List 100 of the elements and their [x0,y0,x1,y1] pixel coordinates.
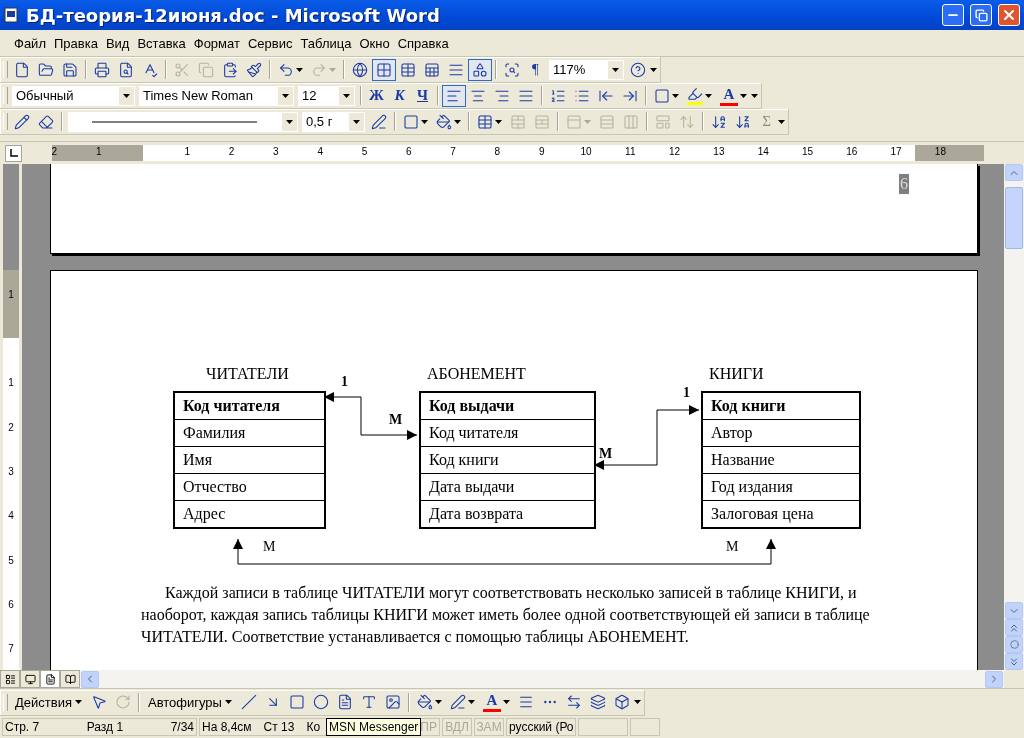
caret-icon [434,700,442,704]
menu-item[interactable]: Вставка [133,33,190,53]
menu-item[interactable]: Формат [189,33,244,53]
monitor-icon [24,673,36,685]
format-button[interactable]: К [388,84,411,107]
print-layout-button[interactable] [40,670,60,688]
field-name: Залоговая цена [703,500,859,527]
caret-icon [353,119,360,124]
field-name: Название [703,446,859,473]
menu-item[interactable]: Таблица [296,33,356,53]
ruler-number: 17 [890,146,902,157]
cardinality-label: 1 [341,374,348,390]
tab-stop-icon [9,149,18,157]
caret-icon [421,119,428,124]
menu-button[interactable]: Автофигуры [142,691,237,713]
toolbar-grip[interactable] [3,61,8,78]
field-name: Автор [703,419,859,446]
caret-icon [584,119,591,124]
field-name: Адрес [175,500,324,527]
ruler-number: 3 [7,465,15,477]
format-button[interactable]: ¶ [524,58,547,81]
restore-button[interactable] [970,4,992,26]
status-text: Ст 13 [263,720,295,734]
ruler-number: 1 [184,146,191,157]
font-color-button[interactable]: A [478,691,514,713]
menu-item[interactable]: Справка [393,33,453,53]
font-color-button[interactable]: A [716,84,751,107]
status-text: Стр. 7 [5,720,40,734]
menu-item[interactable]: Вид [101,33,134,53]
dropdown-field[interactable]: 117% [549,59,624,80]
ruler-number: 3 [273,146,279,157]
dropdown-field[interactable]: 0,5 г [302,111,365,132]
line-style-dropdown[interactable] [68,111,298,132]
field-name: Код читателя [421,419,594,446]
caret-icon [282,93,289,98]
ruler-number: 2 [51,146,58,157]
ruler-number: 2 [228,146,235,157]
close-button[interactable] [998,4,1020,26]
ruler-number: 16 [846,146,858,157]
dropdown-field[interactable]: 12 [298,85,355,106]
caret-icon [705,93,712,98]
scroll-thumb[interactable] [1005,187,1023,249]
close-icon [1001,7,1017,23]
ruler-number: 7 [7,642,15,654]
page-number: 6 [899,174,909,194]
toolbar-grip[interactable] [3,87,8,104]
field-name: Код выдачи [428,396,516,416]
caret-icon [778,119,785,124]
status-text: Ко [306,720,321,734]
restore-icon [974,8,988,22]
caret-icon [633,700,641,704]
ruler-number: 1 [95,146,102,157]
scroll-right-button[interactable] [985,670,1003,688]
highlighter-icon [687,86,703,105]
dropdown-field[interactable]: Times New Roman [139,85,294,106]
field-name: Имя [175,446,324,473]
menu-item[interactable]: Правка [49,33,102,53]
cardinality-label: М [389,412,403,428]
format-button[interactable]: Ж [365,84,388,107]
status-text: 7/34 [170,720,194,734]
field-name: Код книги [421,446,594,473]
ruler-number: 6 [406,146,412,157]
table-title: АБОНЕМЕНТ [427,365,526,383]
menu-item[interactable]: Файл [10,33,50,53]
word-document-icon [4,7,20,23]
menu-button[interactable]: Действия [10,691,87,713]
toolbar-grip[interactable] [3,113,8,130]
status-text: ЗАМ [476,720,502,734]
web-view-button[interactable] [20,670,40,688]
toolbar-grip[interactable] [3,693,8,711]
ruler-number: 13 [713,146,725,157]
vertical-scrollbar[interactable] [1004,164,1024,670]
ruler-number: 14 [757,146,769,157]
caret-icon [672,93,679,98]
minimize-button[interactable] [942,4,964,26]
status-text: На 8,4см [202,720,252,734]
ruler-number: 8 [494,146,501,157]
field-name: Год издания [703,473,859,500]
ruler-number: 9 [538,146,545,157]
dropdown-field[interactable]: Обычный [12,85,135,106]
cardinality-label: 1 [683,385,690,401]
outline-view-button[interactable] [60,670,80,688]
tooltip: MSN Messenger [326,718,422,736]
menu-item[interactable]: Сервис [243,33,297,53]
cardinality-label: М [263,539,276,555]
caret-icon [74,700,82,704]
caret-icon [650,67,657,72]
ruler-number: 4 [317,146,323,157]
format-button[interactable]: Ч [411,84,434,107]
normal-view-button[interactable] [0,670,20,688]
caret-icon [343,93,350,98]
tab-selector[interactable] [5,144,22,162]
status-panel [630,718,660,736]
cardinality-label: М [726,539,739,555]
list-icon [4,673,16,685]
ruler-number: 10 [580,146,592,157]
ruler-number: 15 [801,146,814,157]
caret-icon [296,67,303,72]
field-name: Код читателя [182,396,281,416]
menu-item[interactable]: Окно [355,33,394,53]
